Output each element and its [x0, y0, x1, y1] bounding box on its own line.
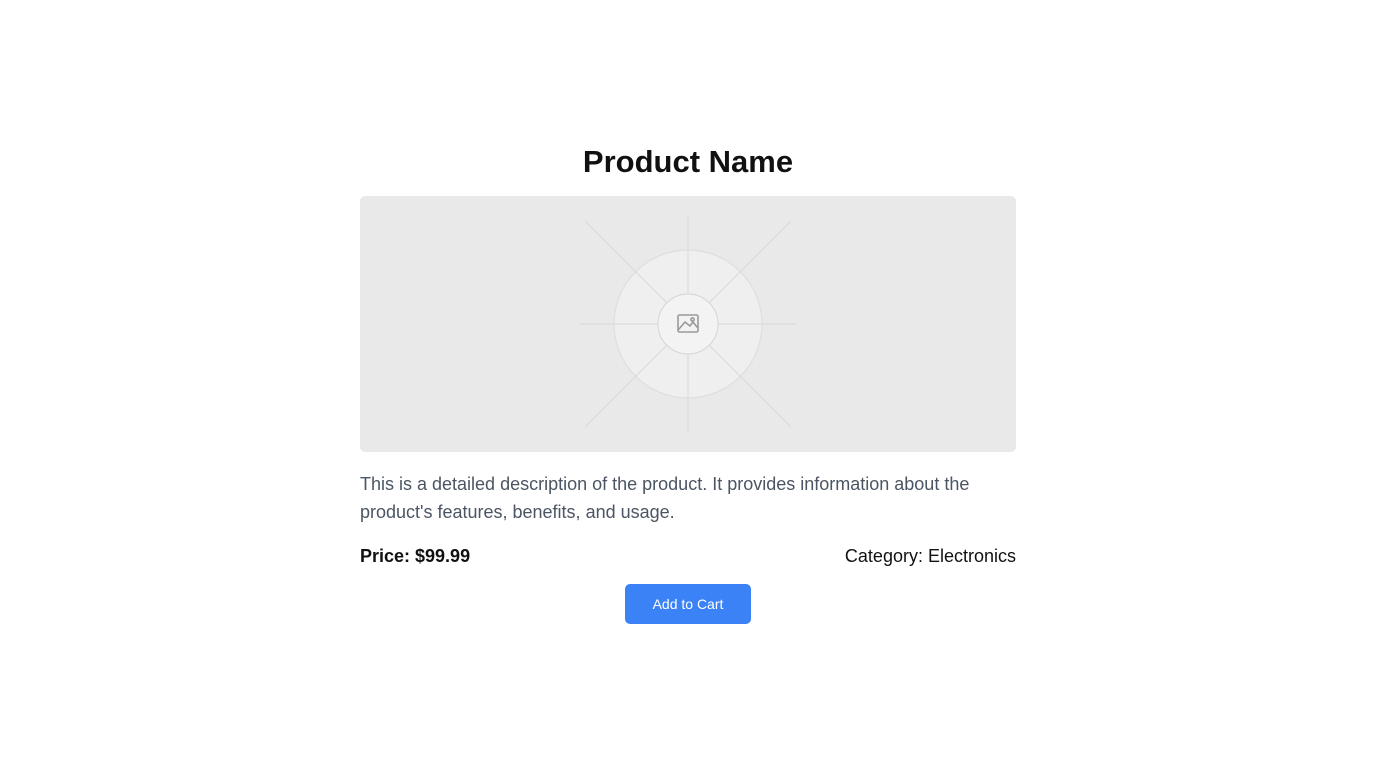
product-title: Product Name [582, 144, 794, 179]
product-category: Category: Electronics [844, 545, 1016, 566]
product-price: Price: $99.99 [360, 545, 471, 566]
product-description: This is a detailed description of the pr… [360, 474, 970, 522]
product-image-placeholder [360, 196, 1016, 452]
action-row: Add to Cart [360, 584, 1016, 624]
product-meta-row: Price: $99.99 Category: Electronics [360, 542, 1016, 570]
image-placeholder-graphic [580, 216, 796, 432]
add-to-cart-button[interactable]: Add to Cart [625, 584, 751, 624]
product-card: Product Name This is a detailed descript… [360, 140, 1016, 624]
